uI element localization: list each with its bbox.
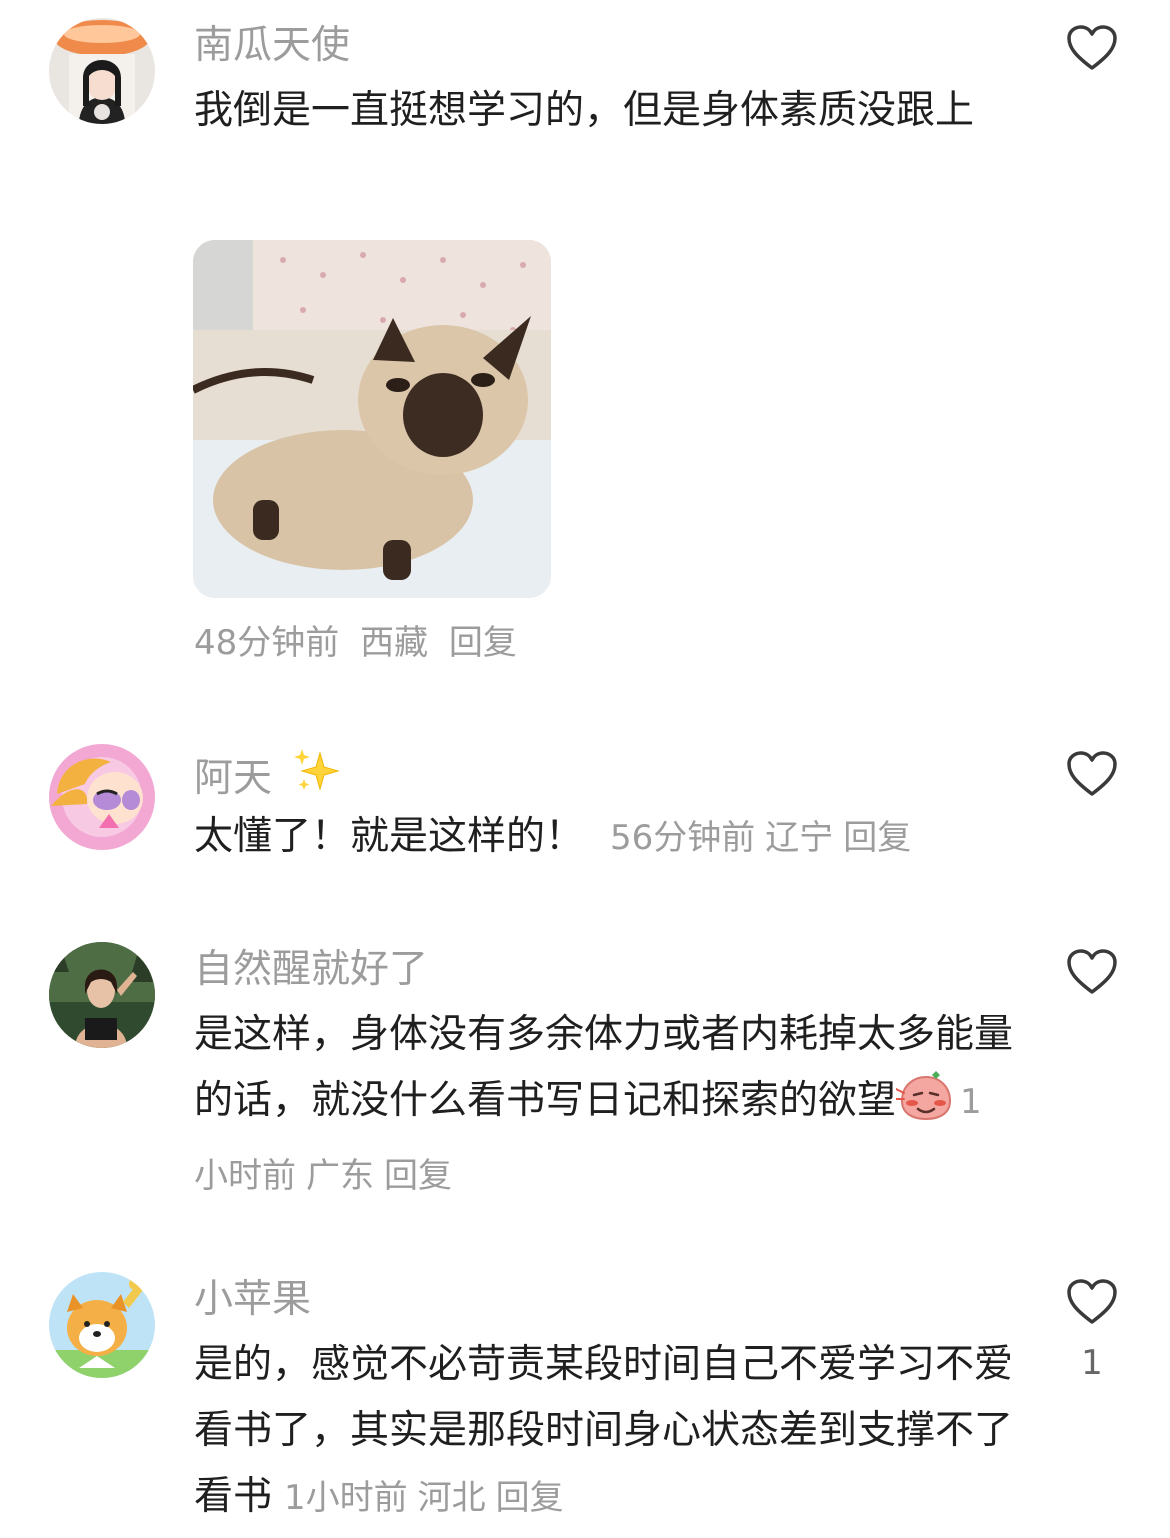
comment-feed: 南瓜天使 我倒是一直挺想学习的，但是身体素质没跟上 48分钟前 西藏 回复 阿天… [0,0,1170,1538]
comment-body: 太懂了！就是这样的！ [194,814,585,859]
comment-text: 是这样，身体没有多余体力或者内耗掉太多能量的话，就没什么看书写日记和探索的欲望 … [194,1002,1014,1209]
username[interactable]: 小苹果 [194,1276,311,1324]
like-button[interactable] [1066,1278,1118,1326]
username[interactable]: 自然醒就好了 [194,946,428,994]
heart-icon [1067,751,1117,796]
heart-icon [1067,1279,1117,1324]
timestamp: 56分钟前 [610,818,756,858]
blushing-face-sticker [895,1071,954,1142]
like-button[interactable] [1066,750,1118,798]
location: 西藏 [360,623,429,663]
comment-text: 太懂了！就是这样的！ 56分钟前 辽宁 回复 [194,804,1094,871]
avatar[interactable] [49,942,155,1048]
reply-button[interactable]: 回复 [843,818,911,858]
avatar[interactable] [49,18,155,124]
timestamp: 1小时前 [284,1478,408,1518]
location: 河北 [417,1478,486,1518]
timestamp: 48分钟前 [194,623,340,663]
heart-icon [1067,949,1117,994]
sparkles-icon [292,747,342,809]
like-button[interactable] [1066,948,1118,996]
like-button[interactable] [1066,24,1118,72]
username[interactable]: 南瓜天使 [194,22,350,70]
comment-text: 我倒是一直挺想学习的，但是身体素质没跟上 [194,78,1014,144]
avatar[interactable] [49,744,155,850]
reply-button[interactable]: 回复 [449,623,517,663]
reply-button[interactable]: 回复 [496,1478,564,1518]
comment-body: 是这样，身体没有多余体力或者内耗掉太多能量的话，就没什么看书写日记和探索的欲望 [194,1012,1014,1123]
comment-text: 是的，感觉不必苛责某段时间自己不爱学习不爱看书了，其实是那段时间身心状态差到支撑… [194,1332,1014,1531]
cat-sticker-image[interactable] [193,240,551,598]
comment-body: 我倒是一直挺想学习的，但是身体素质没跟上 [194,88,975,133]
reply-button[interactable]: 回复 [384,1156,452,1196]
username-text: 阿天 [194,756,273,801]
like-count: 1 [1081,1343,1103,1383]
location: 广东 [306,1156,374,1196]
location: 辽宁 [765,818,834,858]
username[interactable]: 阿天 [194,747,342,809]
avatar[interactable] [49,1272,155,1378]
comment-meta: 48分钟前 西藏 回复 [194,610,1014,676]
heart-icon [1067,25,1117,70]
